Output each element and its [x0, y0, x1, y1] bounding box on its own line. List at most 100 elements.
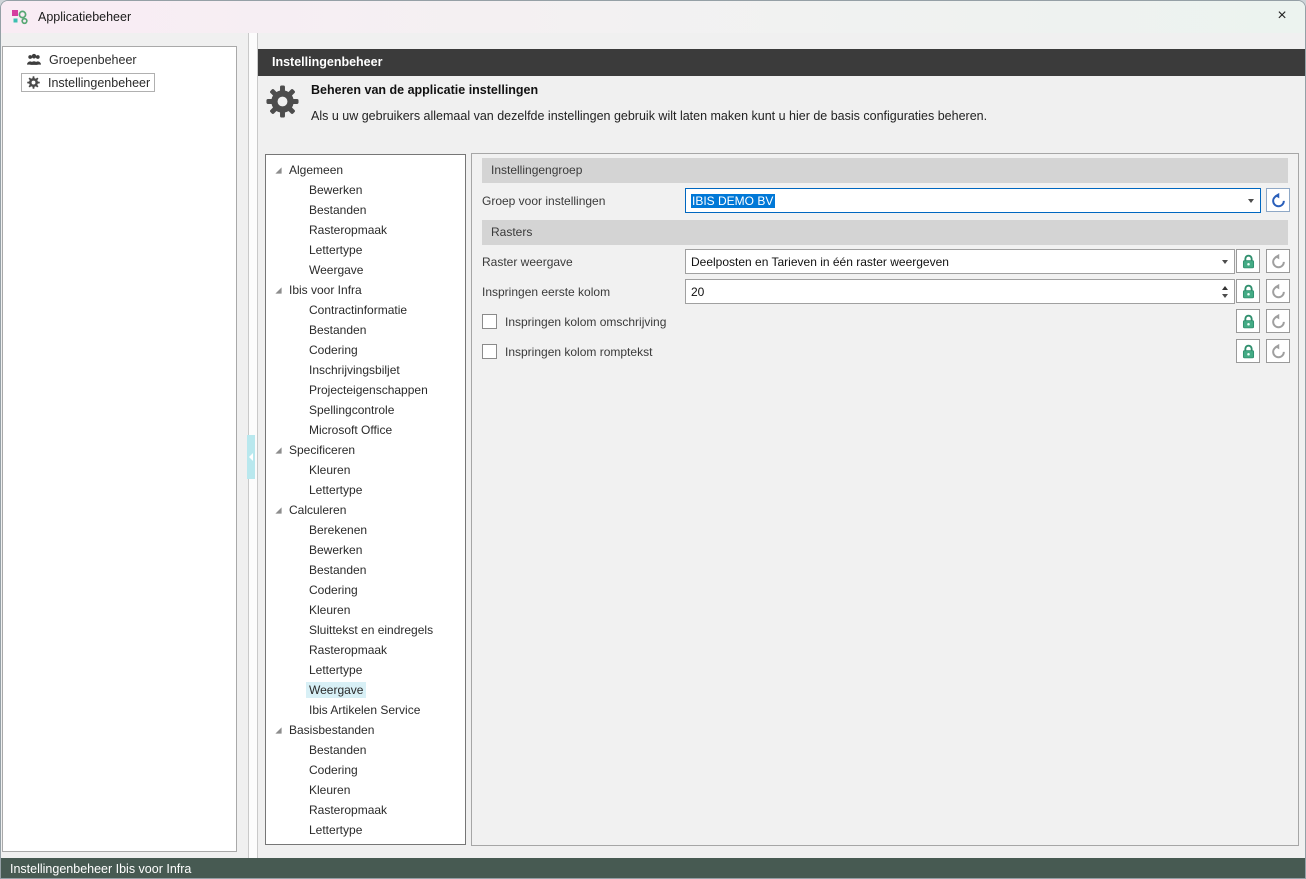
gear-icon	[27, 76, 40, 89]
groep-voor-instellingen-combo[interactable]: IBIS DEMO BV	[685, 188, 1261, 213]
tree-item-label: Microsoft Office	[309, 423, 393, 437]
expander-expanded-icon[interactable]	[274, 286, 283, 295]
inspringen-eerste-kolom-undo-button[interactable]	[1266, 279, 1290, 303]
tree-item[interactable]: Spellingcontrole	[266, 400, 465, 420]
tree-item-label: Projecteigenschappen	[309, 383, 428, 397]
tree-item[interactable]: Bestanden	[266, 200, 465, 220]
spinner-down-icon[interactable]	[1222, 293, 1228, 298]
expander-expanded-icon[interactable]	[274, 726, 283, 735]
lock-icon	[1242, 314, 1254, 328]
tree-item[interactable]: Bestanden	[266, 740, 465, 760]
settings-tree: Algemeen Bewerken Bestanden Rasteropmaak Let…	[265, 154, 466, 845]
tree-item[interactable]: Projecteigenschappen	[266, 380, 465, 400]
raster-weergave-lock-button[interactable]	[1236, 249, 1260, 273]
tree-item-label: Contractinformatie	[309, 303, 408, 317]
tree-item[interactable]: Lettertype	[266, 240, 465, 260]
expander-expanded-icon[interactable]	[274, 166, 283, 175]
raster-weergave-combo[interactable]: Deelposten en Tarieven in één raster wee…	[685, 249, 1235, 274]
tree-item-label: Rasteropmaak	[309, 223, 388, 237]
tree-item[interactable]: Kleuren	[266, 780, 465, 800]
tree-item[interactable]: Lettertype	[266, 660, 465, 680]
settings-panel: Instellingengroep Groep voor instellinge…	[471, 153, 1299, 846]
omschrijving-undo-button[interactable]	[1266, 309, 1290, 333]
tree-group-item[interactable]: Calculeren	[266, 500, 465, 520]
tree-item-label: Kleuren	[309, 603, 351, 617]
tree-group-item[interactable]: Ibis voor Infra	[266, 280, 465, 300]
tree-item-label: Rasteropmaak	[309, 803, 388, 817]
combo-value: Deelposten en Tarieven in één raster wee…	[691, 254, 949, 269]
romptekst-undo-button[interactable]	[1266, 339, 1290, 363]
tree-item[interactable]: Bestanden	[266, 560, 465, 580]
app-window: Applicatiebeheer × Groepenbeheer Instell…	[0, 0, 1306, 879]
titlebar: Applicatiebeheer ×	[1, 1, 1305, 33]
tree-item-label: Ibis Artikelen Service	[309, 703, 421, 717]
tree-item-label: Bestanden	[309, 323, 367, 337]
groep-undo-button[interactable]	[1266, 188, 1290, 212]
tree-item-label: Sluittekst en eindregels	[309, 623, 434, 637]
inspringen-kolom-omschrijving-checkbox[interactable]	[482, 314, 497, 329]
lock-icon	[1242, 254, 1254, 268]
status-bar: Instellingenbeheer Ibis voor Infra	[1, 858, 1305, 878]
tree-item[interactable]: Kleuren	[266, 600, 465, 620]
intro-description: Als u uw gebruikers allemaal van dezelfd…	[311, 109, 988, 123]
splitter-collapse-handle[interactable]	[247, 435, 255, 479]
tree-item[interactable]: Ibis Artikelen Service	[266, 700, 465, 720]
omschrijving-lock-button[interactable]	[1236, 309, 1260, 333]
lock-icon	[1242, 284, 1254, 298]
tree-group-label: Calculeren	[289, 503, 347, 517]
tree-item[interactable]: Bewerken	[266, 540, 465, 560]
tree-item[interactable]: Codering	[266, 760, 465, 780]
tree-item[interactable]: Contractinformatie	[266, 300, 465, 320]
tree-item[interactable]: Rasteropmaak	[266, 800, 465, 820]
tree-item[interactable]: Codering	[266, 580, 465, 600]
tree-item[interactable]: Weergave	[266, 260, 465, 280]
sidebar-item-label: Instellingenbeheer	[48, 75, 151, 90]
tree-item[interactable]: Kleuren	[266, 460, 465, 480]
tree-item[interactable]: Sluittekst en eindregels	[266, 620, 465, 640]
expander-expanded-icon[interactable]	[274, 446, 283, 455]
sidebar-item-groepenbeheer[interactable]: Groepenbeheer	[21, 50, 142, 70]
inspringen-kolom-romptekst-label: Inspringen kolom romptekst	[505, 345, 653, 359]
splitter[interactable]	[247, 33, 258, 858]
tree-item-label: Lettertype	[309, 823, 363, 837]
close-button[interactable]: ×	[1265, 3, 1299, 29]
tree-group-item[interactable]: Specificeren	[266, 440, 465, 460]
tree-item[interactable]: Rasteropmaak	[266, 220, 465, 240]
inspringen-eerste-kolom-label: Inspringen eerste kolom	[482, 285, 611, 299]
expander-expanded-icon[interactable]	[274, 506, 283, 515]
raster-weergave-undo-button[interactable]	[1266, 249, 1290, 273]
tree-group-label: Specificeren	[289, 443, 356, 457]
tree-group-label: Ibis voor Infra	[289, 283, 362, 297]
tree-item[interactable]: Lettertype	[266, 820, 465, 840]
tree-item[interactable]: Bestanden	[266, 320, 465, 340]
tree-item[interactable]: Rasteropmaak	[266, 640, 465, 660]
tree-item[interactable]: Bewerken	[266, 180, 465, 200]
inspringen-eerste-kolom-spinner[interactable]: 20	[685, 279, 1235, 304]
tree-item-label: Spellingcontrole	[309, 403, 395, 417]
tree-item-label: Lettertype	[309, 483, 363, 497]
tree-group-item[interactable]: Algemeen	[266, 160, 465, 180]
undo-icon	[1271, 343, 1285, 358]
romptekst-lock-button[interactable]	[1236, 339, 1260, 363]
tree-group-label: Algemeen	[289, 163, 344, 177]
tree-item-label: Codering	[309, 763, 358, 777]
tree-item-label: Bewerken	[309, 543, 363, 557]
inspringen-kolom-romptekst-checkbox[interactable]	[482, 344, 497, 359]
tree-item[interactable]: Lettertype	[266, 480, 465, 500]
undo-icon	[1271, 283, 1285, 298]
tree-item-label: Inschrijvingsbiljet	[309, 363, 400, 377]
tree-item[interactable]: Berekenen	[266, 520, 465, 540]
tree-group-item[interactable]: Basisbestanden	[266, 720, 465, 740]
dropdown-arrow-button[interactable]	[1241, 189, 1260, 212]
dropdown-arrow-button[interactable]	[1215, 250, 1234, 273]
tree-item[interactable]: Microsoft Office	[266, 420, 465, 440]
chevron-down-icon	[1221, 259, 1228, 264]
spinner-up-icon[interactable]	[1222, 285, 1228, 290]
tree-item-label: Lettertype	[309, 663, 363, 677]
sidebar-item-instellingenbeheer[interactable]: Instellingenbeheer	[21, 73, 156, 92]
tree-item[interactable]: Codering	[266, 340, 465, 360]
tree-item[interactable]: Inschrijvingsbiljet	[266, 360, 465, 380]
tree-item[interactable]: Weergave	[266, 680, 465, 700]
inspringen-eerste-kolom-lock-button[interactable]	[1236, 279, 1260, 303]
groep-voor-instellingen-label: Groep voor instellingen	[482, 194, 606, 208]
